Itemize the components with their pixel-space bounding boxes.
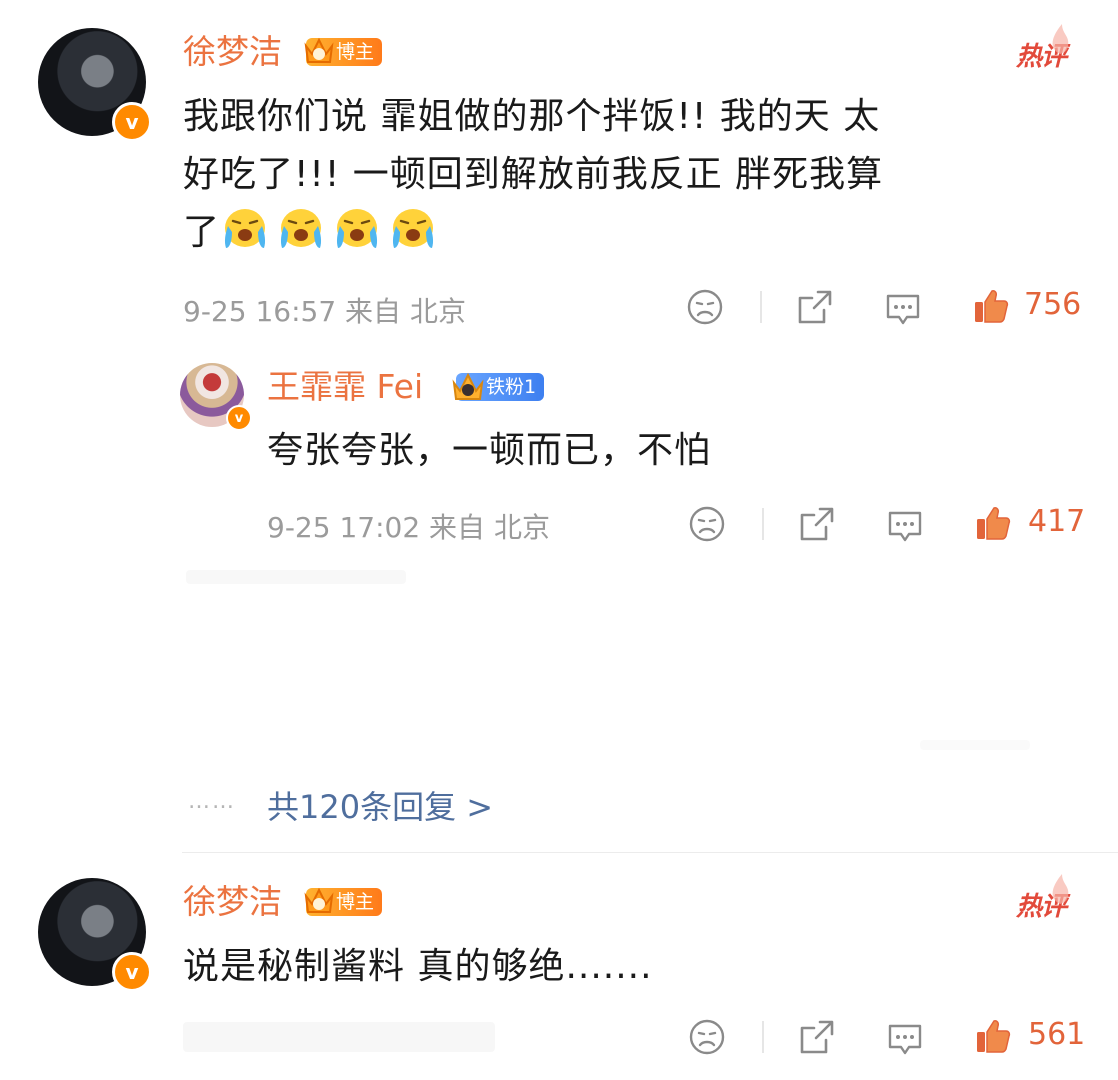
blogger-badge: 博主 bbox=[304, 37, 383, 66]
like-icon[interactable] bbox=[974, 1017, 1012, 1055]
blurred-region bbox=[920, 740, 1030, 750]
blogger-badge: 博主 bbox=[304, 887, 383, 916]
crown-icon bbox=[304, 37, 334, 63]
author-name[interactable]: 徐梦洁 bbox=[183, 32, 282, 72]
like-count: 561 bbox=[1028, 1017, 1086, 1052]
blurred-region bbox=[186, 570, 406, 584]
share-icon[interactable] bbox=[796, 288, 834, 326]
hot-comment-badge: 热评 bbox=[1016, 24, 1069, 73]
avatar[interactable]: v bbox=[38, 878, 152, 992]
reply-text: 夸张夸张，一顿而已，不怕 bbox=[267, 430, 712, 471]
share-icon[interactable] bbox=[798, 1018, 836, 1056]
crying-emoji-icon bbox=[336, 209, 378, 248]
comment-text: 我跟你们说 霏姐做的那个拌饭!! 我的天 太 好吃了!!! 一顿回到解放前我反正… bbox=[183, 96, 884, 253]
sad-face-icon[interactable] bbox=[688, 1018, 726, 1056]
sad-face-icon[interactable] bbox=[688, 505, 726, 543]
flame-icon bbox=[1052, 24, 1069, 54]
crying-emoji-icon bbox=[224, 209, 266, 248]
comment-icon[interactable] bbox=[886, 507, 924, 545]
reply-meta: 9-25 17:02 来自 北京 bbox=[267, 511, 550, 544]
reply-author-name[interactable]: 王霏霏 Fei bbox=[267, 367, 423, 407]
like-count: 417 bbox=[1028, 504, 1086, 539]
verified-icon: v bbox=[112, 102, 152, 142]
fan-badge: 铁粉1 bbox=[452, 372, 545, 401]
reply-avatar[interactable]: v bbox=[180, 363, 252, 431]
hot-comment-badge: 热评 bbox=[1016, 874, 1069, 923]
comment-text: 说是秘制酱料 真的够绝....... bbox=[183, 946, 653, 987]
comment-icon[interactable] bbox=[884, 290, 922, 328]
more-dots: …… bbox=[188, 789, 236, 814]
view-all-replies-link[interactable]: 共120条回复 > bbox=[267, 782, 493, 828]
verified-icon: v bbox=[112, 952, 152, 992]
divider bbox=[182, 852, 1118, 853]
like-icon[interactable] bbox=[972, 287, 1010, 325]
comment-icon[interactable] bbox=[886, 1020, 924, 1058]
like-icon[interactable] bbox=[974, 504, 1012, 542]
avatar[interactable]: v bbox=[38, 28, 152, 142]
flame-icon bbox=[1052, 874, 1069, 904]
blurred-region bbox=[183, 1022, 495, 1052]
like-count: 756 bbox=[1024, 287, 1082, 322]
comment-meta: 9-25 16:57 来自 北京 bbox=[183, 295, 466, 328]
author-name[interactable]: 徐梦洁 bbox=[183, 882, 282, 922]
crown-icon bbox=[304, 887, 334, 913]
crown-icon bbox=[452, 372, 484, 400]
verified-icon: v bbox=[226, 405, 252, 431]
sad-face-icon[interactable] bbox=[686, 288, 724, 326]
crying-emoji-icon bbox=[392, 209, 434, 248]
crying-emoji-icon bbox=[280, 209, 322, 248]
share-icon[interactable] bbox=[798, 505, 836, 543]
